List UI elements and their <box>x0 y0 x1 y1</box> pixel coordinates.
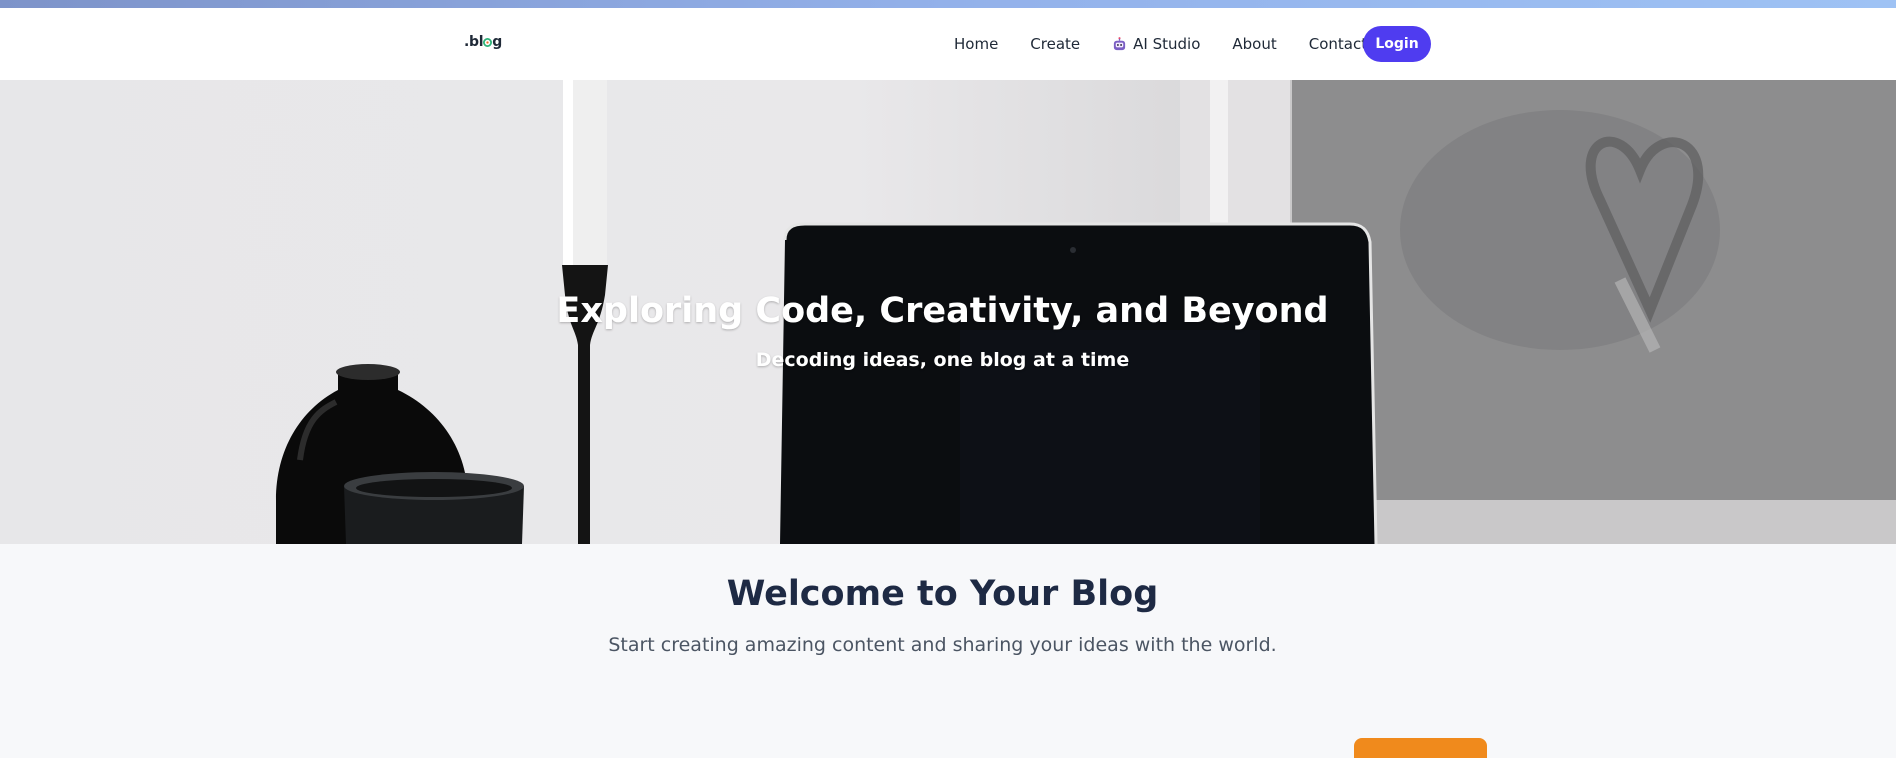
brand-o-icon <box>483 34 493 50</box>
welcome-title: Welcome to Your Blog <box>726 574 1159 614</box>
brand-logo[interactable]: .bl g <box>464 34 502 50</box>
nav-ai-studio-label: AI Studio <box>1133 35 1201 53</box>
top-accent-bar <box>0 0 1896 8</box>
nav-contact[interactable]: Contact <box>1309 35 1367 53</box>
nav-home-label: Home <box>954 35 999 53</box>
hero-banner: Exploring Code, Creativity, and Beyond D… <box>0 80 1896 544</box>
nav-create-label: Create <box>1030 35 1081 53</box>
login-button[interactable]: Login <box>1363 26 1431 62</box>
main-nav: Home Create AI Studio About Contact <box>954 8 1399 80</box>
robot-icon <box>1112 36 1127 52</box>
nav-ai-studio[interactable]: AI Studio <box>1112 35 1200 53</box>
navbar: .bl g Home Create AI Studio About Contact… <box>0 8 1896 81</box>
hero-title: Exploring Code, Creativity, and Beyond <box>556 291 1329 332</box>
nav-contact-label: Contact <box>1308 35 1368 53</box>
orange-action-button[interactable] <box>1354 738 1487 758</box>
nav-about[interactable]: About <box>1232 35 1276 53</box>
brand-text-suffix: g <box>492 34 502 50</box>
nav-about-label: About <box>1232 35 1277 53</box>
nav-home[interactable]: Home <box>954 35 998 53</box>
hero-subtitle: Decoding ideas, one blog at a time <box>755 349 1130 371</box>
welcome-subtitle: Start creating amazing content and shari… <box>608 634 1277 656</box>
nav-create[interactable]: Create <box>1030 35 1080 53</box>
brand-text-prefix: .bl <box>464 34 484 50</box>
